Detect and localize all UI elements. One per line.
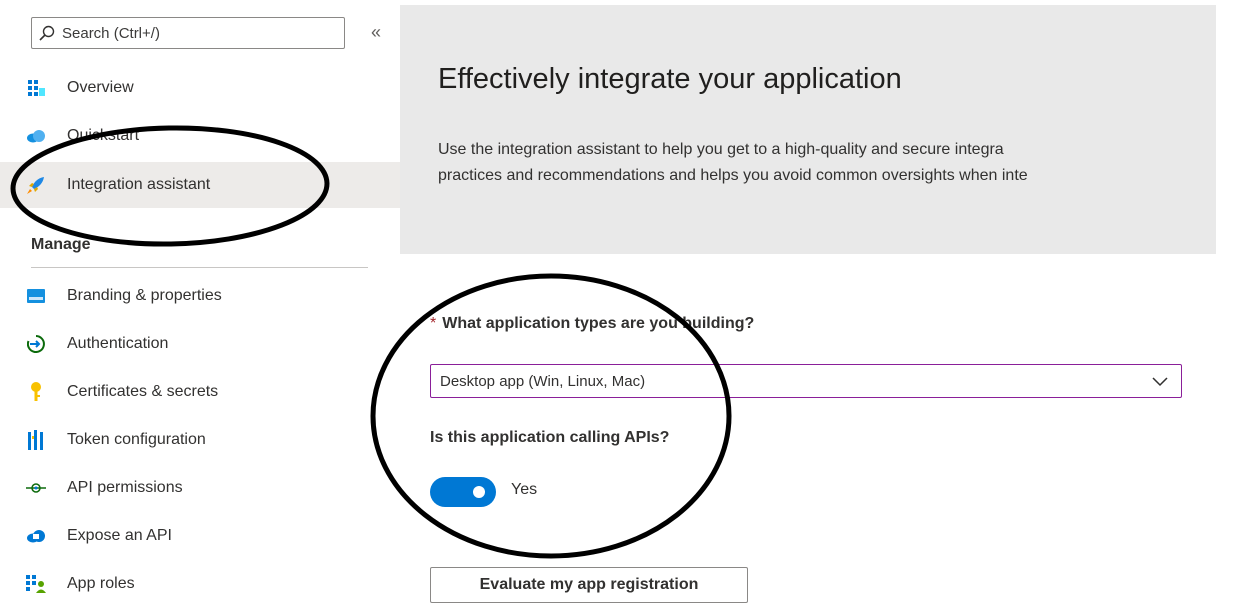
section-title-manage: Manage [31, 236, 91, 253]
token-bars-icon [26, 430, 46, 450]
sidebar-item-label: API permissions [67, 479, 183, 496]
sidebar-item-expose-an-api[interactable]: Expose an API [0, 513, 400, 559]
search-box[interactable]: Search (Ctrl+/) [31, 17, 345, 49]
section-divider [31, 267, 368, 268]
sidebar-item-app-roles[interactable]: App roles [0, 561, 400, 607]
sidebar-item-branding[interactable]: Branding & properties [0, 273, 400, 319]
branding-card-icon [26, 286, 46, 306]
overview-grid-icon [26, 78, 46, 98]
sidebar-item-certificates[interactable]: Certificates & secrets [0, 369, 400, 415]
page-title: Effectively integrate your application [438, 63, 902, 95]
sidebar-item-token-configuration[interactable]: Token configuration [0, 417, 400, 463]
evaluate-app-registration-button[interactable]: Evaluate my app registration [430, 567, 748, 603]
app-roles-icon [26, 574, 46, 594]
required-marker: * [430, 315, 437, 332]
api-permissions-icon [26, 478, 46, 498]
rocket-icon [26, 175, 46, 195]
app-type-select-value: Desktop app (Win, Linux, Mac) [440, 372, 646, 390]
calling-apis-toggle-label: Yes [511, 481, 538, 498]
hero-description: Use the integration assistant to help yo… [438, 137, 1216, 189]
search-placeholder: Search (Ctrl+/) [62, 24, 160, 42]
sidebar-item-label: Certificates & secrets [67, 383, 219, 400]
sidebar: Search (Ctrl+/) « Overview Quickstart In… [0, 0, 400, 601]
sidebar-item-label: Branding & properties [67, 287, 222, 304]
sidebar-item-api-permissions[interactable]: API permissions [0, 465, 400, 511]
sidebar-item-integration-assistant[interactable]: Integration assistant [0, 162, 400, 208]
calling-apis-toggle[interactable] [430, 477, 496, 507]
sidebar-item-label: Integration assistant [67, 176, 211, 193]
sidebar-item-label: App roles [67, 575, 135, 592]
cloud-api-icon [26, 526, 46, 546]
sidebar-item-label: Expose an API [67, 527, 172, 544]
hero-description-line: Use the integration assistant to help yo… [438, 141, 1004, 158]
sidebar-item-overview[interactable]: Overview [0, 65, 400, 111]
app-type-select[interactable]: Desktop app (Win, Linux, Mac) [430, 364, 1182, 398]
app-types-question-label: What application types are you building? [442, 315, 755, 332]
search-icon [38, 24, 56, 42]
sidebar-item-authentication[interactable]: Authentication [0, 321, 400, 367]
hero-banner: Effectively integrate your application U… [400, 5, 1216, 254]
sidebar-item-label: Authentication [67, 335, 169, 352]
collapse-sidebar-button[interactable]: « [366, 20, 386, 44]
sidebar-item-label: Quickstart [67, 127, 140, 144]
key-icon [26, 382, 46, 402]
authentication-arrow-icon [26, 334, 46, 354]
sidebar-item-quickstart[interactable]: Quickstart [0, 113, 400, 159]
hero-description-line: practices and recommendations and helps … [438, 167, 1028, 184]
quickstart-cloud-icon [26, 126, 46, 146]
sidebar-item-label: Overview [67, 79, 134, 96]
app-types-question: * What application types are you building… [430, 315, 754, 333]
chevron-down-icon [1151, 373, 1169, 389]
calling-apis-question: Is this application calling APIs? [430, 429, 670, 446]
sidebar-item-label: Token configuration [67, 431, 206, 448]
toggle-knob [473, 486, 485, 498]
